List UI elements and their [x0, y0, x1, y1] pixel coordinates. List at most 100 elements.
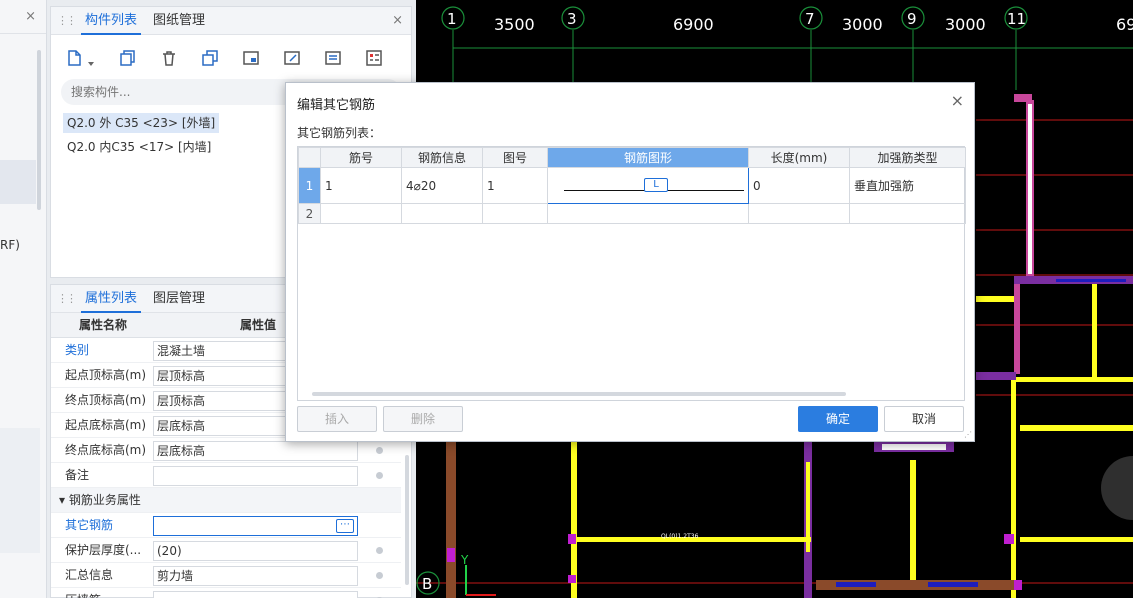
property-name: 终点顶标高(m): [65, 393, 147, 407]
tab-component-list[interactable]: 构件列表: [81, 7, 142, 35]
dialog-close-icon[interactable]: ×: [951, 91, 964, 110]
left-scrollbar[interactable]: [37, 50, 41, 210]
axis-label: 11: [1007, 10, 1026, 28]
col-length[interactable]: 长度(mm): [748, 147, 850, 168]
cell-figure-number[interactable]: [482, 203, 548, 224]
cell-reinforce-type[interactable]: 垂直加强筋: [849, 167, 966, 204]
col-figure-number[interactable]: 图号: [482, 147, 548, 168]
left-selected-item[interactable]: [0, 160, 36, 204]
layers-copy-icon: [202, 50, 218, 66]
property-name: 起点顶标高(m): [65, 368, 147, 382]
header-property-name: 属性名称: [79, 318, 128, 332]
cell-bar-info[interactable]: [401, 203, 483, 224]
left-strip: × RF): [0, 0, 47, 598]
filter-button[interactable]: [361, 45, 387, 71]
window-select-icon: [243, 51, 259, 65]
col-bar-number[interactable]: 筋号: [320, 147, 402, 168]
col-bar-shape[interactable]: 钢筋图形: [547, 147, 749, 168]
cell-bar-shape[interactable]: [547, 203, 749, 224]
other-rebar-field[interactable]: ⋯: [153, 516, 358, 536]
table-row[interactable]: 1 1 4⌀20 1 L 0 垂直加强筋: [298, 167, 966, 204]
drag-grip-icon[interactable]: ⋮⋮: [57, 292, 77, 305]
rebar-header-row: 筋号 钢筋信息 图号 钢筋图形 长度(mm) 加强筋类型: [298, 147, 966, 168]
cell-bar-number[interactable]: [320, 203, 402, 224]
cell-bar-number[interactable]: 1: [320, 167, 402, 204]
cell-length[interactable]: [748, 203, 850, 224]
col-bar-info[interactable]: 钢筋信息: [401, 147, 483, 168]
component-item-inner-wall[interactable]: Q2.0 内C35 <17> [内墙]: [63, 137, 215, 157]
navigation-ball[interactable]: [1101, 456, 1133, 520]
trash-icon: [163, 51, 175, 66]
property-name: 汇总信息: [65, 568, 114, 582]
cad-tiny-label: QL(0)1.2T36: [661, 533, 699, 540]
axis-label: 9: [907, 10, 917, 28]
component-tabbar: ⋮⋮ 构件列表 图纸管理 ×: [51, 7, 411, 35]
rebar-table: 筋号 钢筋信息 图号 钢筋图形 长度(mm) 加强筋类型 1 1 4⌀20 1 …: [298, 147, 966, 224]
property-value[interactable]: [153, 591, 358, 598]
left-lower-panel: [0, 428, 40, 553]
tab-drawing-management[interactable]: 图纸管理: [149, 7, 209, 35]
dialog-subtitle: 其它钢筋列表：: [297, 126, 382, 140]
edit-component-button[interactable]: [279, 45, 305, 71]
property-value[interactable]: 层底标高: [153, 441, 358, 461]
shape-picker-button[interactable]: L: [644, 178, 668, 192]
component-toolbar: [61, 45, 401, 71]
property-value[interactable]: (20): [153, 541, 358, 561]
axis-label: 1: [447, 10, 457, 28]
ok-button[interactable]: 确定: [798, 406, 878, 432]
add-to-list-dot-icon[interactable]: [376, 472, 383, 479]
insert-button[interactable]: 插入: [297, 406, 377, 432]
col-reinforce-type[interactable]: 加强筋类型: [849, 147, 966, 168]
property-row: 备注: [51, 463, 401, 488]
add-to-list-dot-icon[interactable]: [376, 547, 383, 554]
delete-component-button[interactable]: [156, 45, 182, 71]
properties-button[interactable]: [320, 45, 346, 71]
dimension-label: 3000: [945, 15, 986, 34]
grid-horizontal-scrollbar[interactable]: [312, 392, 846, 396]
new-file-icon: [68, 50, 81, 66]
resize-grip-icon[interactable]: ⋰: [964, 430, 972, 439]
copy-component-button[interactable]: [115, 45, 141, 71]
dimension-label: 6900: [673, 15, 714, 34]
property-name: 终点底标高(m): [65, 443, 147, 457]
select-component-button[interactable]: [238, 45, 264, 71]
property-scrollbar[interactable]: [405, 455, 409, 585]
table-row[interactable]: 2: [298, 203, 966, 224]
row-number[interactable]: 1: [298, 167, 321, 204]
delete-button[interactable]: 删除: [383, 406, 463, 432]
group-label-text: 钢筋业务属性: [68, 493, 141, 507]
property-row: 保护层厚度(... (20): [51, 538, 401, 563]
cell-bar-shape[interactable]: L: [547, 167, 749, 204]
property-name: 压墙筋: [65, 588, 153, 598]
property-name: 备注: [65, 468, 90, 482]
add-to-list-dot-icon[interactable]: [376, 572, 383, 579]
tab-layer-management[interactable]: 图层管理: [149, 285, 209, 313]
left-strip-header: ×: [0, 0, 46, 34]
property-group-rebar[interactable]: ▾ 钢筋业务属性: [51, 488, 401, 513]
group-label: ▾ 钢筋业务属性: [59, 493, 141, 507]
tab-property-list[interactable]: 属性列表: [81, 285, 142, 313]
cell-length[interactable]: 0: [748, 167, 850, 204]
add-to-list-dot-icon[interactable]: [376, 447, 383, 454]
property-name: 其它钢筋: [65, 518, 114, 532]
axis-label: 3: [567, 10, 577, 28]
drag-grip-icon[interactable]: ⋮⋮: [57, 14, 77, 27]
more-options-button[interactable]: ⋯: [336, 519, 354, 533]
new-component-button[interactable]: [61, 45, 87, 71]
axis-label: 7: [805, 10, 815, 28]
row-number[interactable]: 2: [298, 203, 321, 224]
component-item-outer-wall[interactable]: Q2.0 外 C35 <23> [外墙]: [63, 113, 220, 133]
left-close-icon[interactable]: ×: [25, 9, 36, 24]
panel-close-icon[interactable]: ×: [392, 13, 403, 28]
property-value[interactable]: 剪力墙: [153, 566, 358, 586]
cell-bar-info[interactable]: 4⌀20: [401, 167, 483, 204]
cell-figure-number[interactable]: 1: [482, 167, 548, 204]
cancel-button[interactable]: 取消: [884, 406, 964, 432]
dimension-label: 69: [1116, 15, 1133, 34]
property-value[interactable]: [153, 466, 358, 486]
duplicate-floor-button[interactable]: [197, 45, 223, 71]
edit-other-rebar-dialog: 编辑其它钢筋 × 其它钢筋列表： 筋号 钢筋信息 图号 钢筋图形 长度(mm) …: [285, 82, 975, 442]
new-dropdown-button[interactable]: [85, 45, 97, 71]
property-name: 类别: [65, 343, 90, 357]
cell-reinforce-type[interactable]: [849, 203, 966, 224]
